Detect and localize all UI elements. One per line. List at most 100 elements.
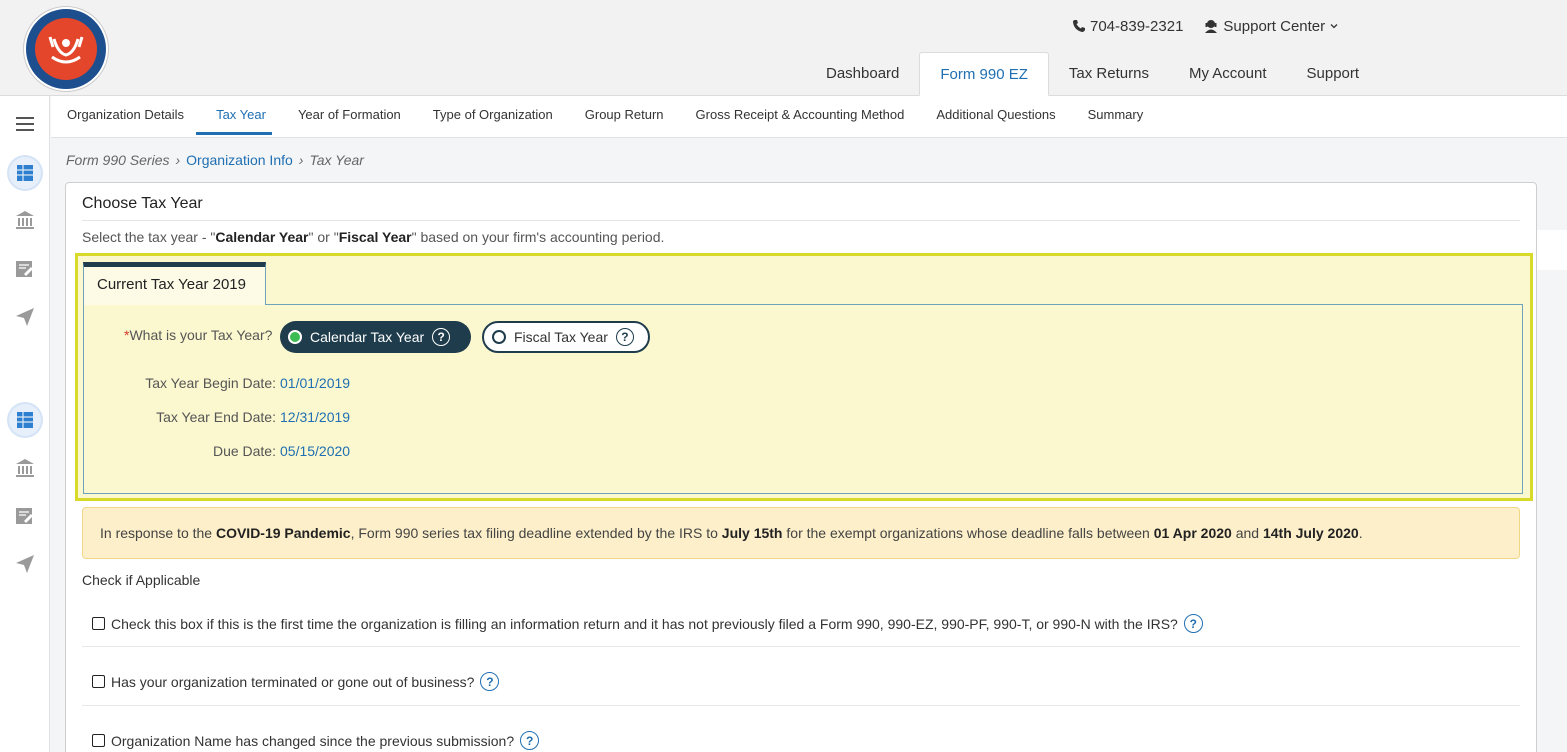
rail-bank-2[interactable] — [9, 452, 41, 484]
check-if-applicable-heading: Check if Applicable — [82, 572, 201, 588]
tab-current-tax-year[interactable]: Current Tax Year 2019 — [83, 262, 266, 305]
desc-text: " based on your firm's accounting period… — [411, 229, 665, 245]
form-step-tabs: Organization Details Tax Year Year of Fo… — [51, 96, 1567, 138]
rail-review[interactable] — [9, 253, 41, 285]
due-date-value: 05/15/2020 — [280, 443, 351, 459]
support-agent-icon — [1205, 20, 1218, 33]
notice-bold: 01 Apr 2020 — [1153, 525, 1232, 541]
express-tax-exempt-logo[interactable] — [24, 7, 108, 91]
notice-text: for the exempt organizations whose deadl… — [782, 525, 1154, 541]
support-center-menu[interactable]: Support Center — [1203, 18, 1339, 35]
form-grid-icon — [17, 412, 33, 428]
chevron-down-icon — [1330, 24, 1338, 29]
end-date-row: Tax Year End Date: 12/31/2019 — [86, 409, 350, 425]
end-date-label: Tax Year End Date: — [156, 409, 276, 425]
top-header: 704-839-2321 Support Center Dashboard Fo… — [0, 0, 1567, 96]
terminated-label: Has your organization terminated or gone… — [111, 673, 475, 690]
rail-review-2[interactable] — [9, 500, 41, 532]
tab-gross-receipt[interactable]: Gross Receipt & Accounting Method — [680, 96, 921, 138]
notice-bold: July 15th — [721, 525, 783, 541]
notice-bold: COVID-19 Pandemic — [215, 525, 351, 541]
tab-group-return[interactable]: Group Return — [569, 96, 680, 138]
logo-hands-icon — [48, 36, 84, 64]
hamburger-icon — [16, 117, 34, 131]
top-utility-bar: 704-839-2321 Support Center — [1072, 15, 1339, 37]
bank-icon — [16, 459, 34, 477]
calendar-tax-year-radio[interactable]: Calendar Tax Year ? — [280, 321, 471, 353]
notice-text: In response to the — [100, 525, 216, 541]
help-icon[interactable]: ? — [520, 731, 540, 750]
breadcrumb-root: Form 990 Series — [66, 152, 170, 168]
tax-year-highlight: Current Tax Year 2019 *What is your Tax … — [75, 253, 1533, 501]
breadcrumb-organization-info[interactable]: Organization Info — [186, 152, 293, 168]
name-changed-row: Organization Name has changed since the … — [92, 731, 540, 750]
first-time-filer-row: Check this box if this is the first time… — [92, 614, 1203, 633]
tab-additional-questions[interactable]: Additional Questions — [920, 96, 1071, 138]
send-icon — [16, 308, 34, 326]
document-edit-icon — [16, 261, 33, 277]
notice-text: , Form 990 series tax filing deadline ex… — [350, 525, 722, 541]
due-date-label: Due Date: — [212, 443, 276, 459]
fiscal-tax-year-label: Fiscal Tax Year — [514, 329, 608, 345]
nav-support[interactable]: Support — [1287, 52, 1380, 96]
bank-icon — [16, 211, 34, 229]
help-icon[interactable]: ? — [1183, 614, 1203, 633]
rail-organization-form[interactable] — [9, 157, 41, 189]
desc-calendar-year: Calendar Year — [215, 229, 309, 245]
phone-contact[interactable]: 704-839-2321 — [1072, 18, 1183, 35]
form-grid-icon — [17, 165, 33, 181]
menu-toggle-button[interactable] — [9, 108, 41, 140]
first-time-filer-checkbox[interactable] — [92, 617, 105, 630]
desc-text: Select the tax year - " — [82, 229, 216, 245]
fiscal-tax-year-radio[interactable]: Fiscal Tax Year ? — [482, 321, 650, 353]
desc-text: " or " — [308, 229, 339, 245]
nav-form-990-ez[interactable]: Form 990 EZ — [919, 52, 1049, 96]
tab-year-of-formation[interactable]: Year of Formation — [282, 96, 417, 138]
notice-text: . — [1358, 525, 1363, 541]
notice-text: and — [1231, 525, 1263, 541]
divider — [82, 220, 1520, 221]
divider — [82, 646, 1520, 647]
divider — [82, 705, 1520, 706]
rail-bank[interactable] — [9, 204, 41, 236]
rail-transmit-2[interactable] — [9, 548, 41, 580]
card-title: Choose Tax Year — [82, 195, 203, 212]
tab-summary[interactable]: Summary — [1072, 96, 1160, 138]
choose-tax-year-card: Choose Tax Year Select the tax year - "C… — [65, 182, 1537, 752]
rail-organization-form-2[interactable] — [9, 404, 41, 436]
active-tab-underline — [196, 132, 272, 135]
breadcrumb: Form 990 Series › Organization Info › Ta… — [66, 152, 364, 168]
due-date-row: Due Date: 05/15/2020 — [86, 443, 350, 459]
radio-selected-icon — [288, 330, 302, 344]
help-icon[interactable]: ? — [615, 328, 634, 346]
nav-my-account[interactable]: My Account — [1169, 52, 1287, 96]
breadcrumb-separator: › — [175, 152, 181, 168]
left-rail — [0, 96, 50, 752]
rail-transmit[interactable] — [9, 301, 41, 333]
covid-deadline-notice: In response to the COVID-19 Pandemic, Fo… — [82, 507, 1520, 559]
tax-year-question: *What is your Tax Year? — [124, 327, 272, 343]
breadcrumb-current: Tax Year — [309, 152, 364, 168]
nav-tax-returns[interactable]: Tax Returns — [1049, 52, 1169, 96]
desc-fiscal-year: Fiscal Year — [338, 229, 412, 245]
document-edit-icon — [16, 508, 33, 524]
question-text: What is your Tax Year? — [129, 327, 273, 343]
tax-year-panel: *What is your Tax Year? Calendar Tax Yea… — [83, 304, 1523, 494]
first-time-filer-label: Check this box if this is the first time… — [111, 615, 1178, 632]
end-date-value: 12/31/2019 — [280, 409, 351, 425]
breadcrumb-separator: › — [298, 152, 304, 168]
page-edge — [1537, 230, 1567, 270]
name-changed-checkbox[interactable] — [92, 734, 105, 747]
main-nav: Dashboard Form 990 EZ Tax Returns My Acc… — [806, 52, 1379, 96]
tab-type-of-organization[interactable]: Type of Organization — [417, 96, 569, 138]
send-icon — [16, 555, 34, 573]
support-center-label: Support Center — [1223, 17, 1326, 35]
terminated-row: Has your organization terminated or gone… — [92, 672, 500, 691]
help-icon[interactable]: ? — [432, 328, 451, 346]
terminated-checkbox[interactable] — [92, 675, 105, 688]
tab-organization-details[interactable]: Organization Details — [51, 96, 200, 138]
begin-date-row: Tax Year Begin Date: 01/01/2019 — [86, 375, 350, 391]
nav-dashboard[interactable]: Dashboard — [806, 52, 919, 96]
phone-icon — [1073, 20, 1085, 32]
help-icon[interactable]: ? — [480, 672, 500, 691]
